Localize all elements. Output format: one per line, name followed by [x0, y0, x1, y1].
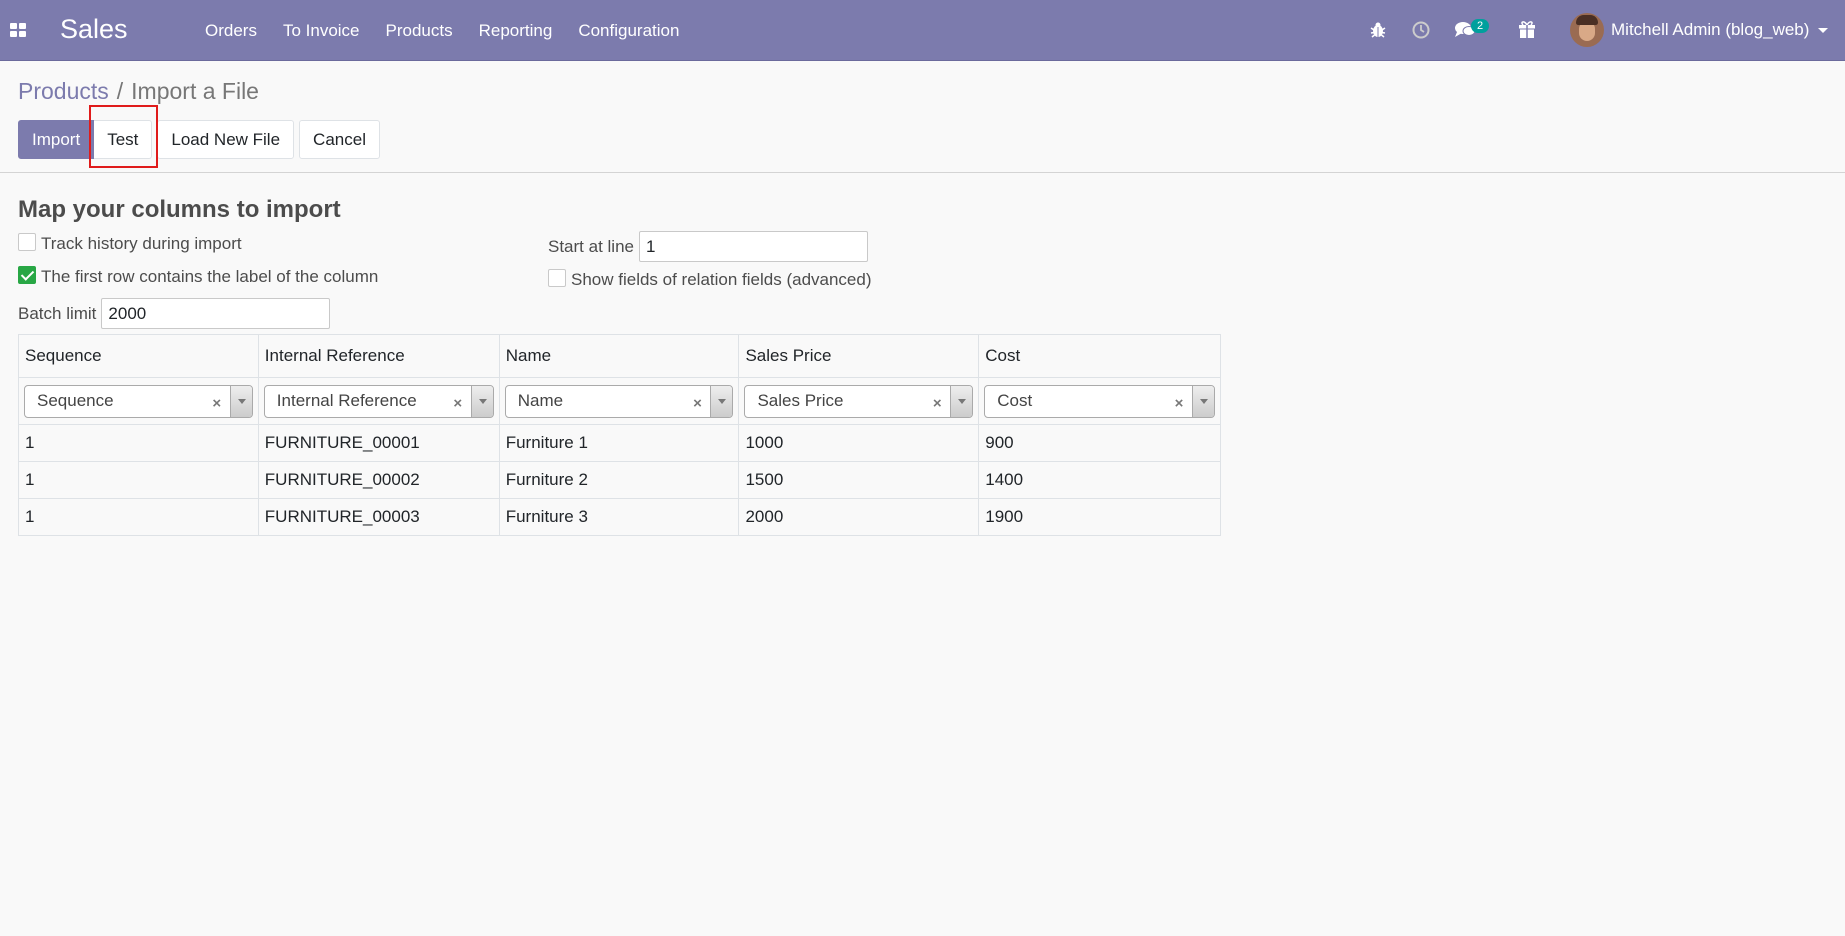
selected-field: Name [517, 391, 564, 410]
table-cell: 1000 [738, 424, 980, 462]
field-mapping-select[interactable]: Sequence × [24, 384, 253, 418]
track-history-label: Track history during import [41, 234, 242, 253]
show-relation-fields-label: Show fields of relation fields (advanced… [571, 270, 872, 289]
table-cell: 1 [18, 498, 259, 536]
start-at-line-label: Start at line [548, 236, 634, 256]
user-name: Mitchell Admin (blog_web) [1611, 20, 1810, 39]
table-cell: 1 [18, 424, 259, 462]
column-header: Sequence [18, 334, 259, 378]
table-cell: FURNITURE_00001 [257, 424, 500, 462]
field-mapping-select[interactable]: Sales Price × [744, 384, 974, 418]
import-preview-table: Sequence Internal Reference Name Sales P… [18, 334, 1221, 536]
column-header: Cost [978, 334, 1221, 378]
dropdown-arrow-icon[interactable] [229, 385, 252, 417]
table-row: 1 FURNITURE_00001 Furniture 1 1000 900 [18, 424, 1221, 462]
column-header: Internal Reference [257, 334, 500, 378]
menu-item-reporting[interactable]: Reporting [466, 0, 566, 61]
breadcrumb: Products / Import a File [18, 78, 259, 105]
control-panel-divider [0, 172, 1845, 173]
clear-icon[interactable]: × [451, 395, 465, 412]
track-history-checkbox[interactable] [18, 233, 36, 251]
load-new-file-button[interactable]: Load New File [157, 120, 295, 159]
mapping-cell: Sequence × [18, 377, 259, 425]
show-relation-fields-checkbox[interactable] [548, 269, 566, 287]
field-mapping-select[interactable]: Internal Reference × [263, 384, 494, 418]
clock-icon[interactable] [1411, 20, 1431, 40]
first-row-header-checkbox[interactable] [18, 266, 36, 284]
clear-icon[interactable]: × [1172, 395, 1186, 412]
batch-limit-group: Batch limit 2000 [18, 298, 331, 329]
user-menu[interactable]: Mitchell Admin (blog_web) [1570, 13, 1829, 47]
test-button[interactable]: Test [94, 120, 153, 159]
dropdown-arrow-icon[interactable] [1192, 385, 1214, 417]
menu-item-orders[interactable]: Orders [192, 0, 270, 61]
bug-icon[interactable] [1368, 20, 1388, 40]
field-mapping-select[interactable]: Cost × [984, 384, 1215, 418]
batch-limit-label: Batch limit [18, 303, 97, 323]
show-relation-fields-option[interactable]: Show fields of relation fields (advanced… [548, 269, 872, 290]
table-row: 1 FURNITURE_00002 Furniture 2 1500 1400 [18, 461, 1221, 499]
column-header: Sales Price [738, 334, 980, 378]
avatar [1570, 13, 1604, 47]
selected-field: Internal Reference [276, 391, 417, 410]
table-cell: FURNITURE_00002 [257, 461, 500, 499]
selected-field: Cost [997, 391, 1033, 410]
table-cell: 1900 [978, 498, 1221, 536]
first-row-header-label: The first row contains the label of the … [41, 267, 379, 286]
field-mapping-select[interactable]: Name × [504, 384, 734, 418]
breadcrumb-separator: / [116, 78, 124, 104]
column-header: Name [498, 334, 740, 378]
batch-limit-input[interactable]: 2000 [101, 298, 331, 329]
dropdown-arrow-icon[interactable] [470, 385, 493, 417]
table-cell: Furniture 3 [498, 498, 740, 536]
chevron-down-icon [1818, 27, 1829, 33]
breadcrumb-current: Import a File [131, 78, 259, 104]
menu-item-products[interactable]: Products [373, 0, 466, 61]
table-cell: 1 [18, 461, 259, 499]
table-cell: 2000 [738, 498, 980, 536]
import-button[interactable]: Import [18, 120, 95, 159]
table-row: 1 FURNITURE_00003 Furniture 3 2000 1900 [18, 498, 1221, 536]
table-cell: 1400 [978, 461, 1221, 499]
cancel-button[interactable]: Cancel [299, 120, 380, 159]
table-cell: 900 [978, 424, 1221, 462]
table-header-row: Sequence Internal Reference Name Sales P… [18, 334, 1221, 378]
start-at-line-group: Start at line 1 [548, 231, 868, 262]
table-cell: Furniture 1 [498, 424, 740, 462]
mapping-cell: Internal Reference × [257, 377, 500, 425]
field-mapping-row: Sequence × Internal Reference × Name × S… [18, 377, 1221, 425]
selected-field: Sales Price [757, 391, 844, 410]
clear-icon[interactable]: × [210, 395, 224, 412]
menu-item-configuration[interactable]: Configuration [565, 0, 692, 61]
table-cell: 1500 [738, 461, 980, 499]
table-cell: FURNITURE_00003 [257, 498, 500, 536]
app-brand[interactable]: Sales [60, 14, 128, 45]
menu-item-to-invoice[interactable]: To Invoice [270, 0, 373, 61]
table-cell: Furniture 2 [498, 461, 740, 499]
messages-badge: 2 [1471, 19, 1489, 33]
selected-field: Sequence [37, 391, 114, 410]
start-at-line-input[interactable]: 1 [639, 231, 868, 262]
section-title: Map your columns to import [18, 196, 341, 223]
track-history-option[interactable]: Track history during import [18, 233, 242, 254]
mapping-cell: Name × [498, 377, 740, 425]
dropdown-arrow-icon[interactable] [710, 385, 733, 417]
apps-grid-icon[interactable] [10, 23, 26, 37]
clear-icon[interactable]: × [930, 395, 944, 412]
top-navbar: Sales Orders To Invoice Products Reporti… [0, 0, 1845, 61]
first-row-header-option[interactable]: The first row contains the label of the … [18, 266, 379, 287]
main-menu: Orders To Invoice Products Reporting Con… [192, 0, 692, 61]
clear-icon[interactable]: × [690, 395, 704, 412]
action-buttons: Import Test Load New File Cancel [18, 120, 385, 159]
dropdown-arrow-icon[interactable] [950, 385, 973, 417]
breadcrumb-products-link[interactable]: Products [18, 78, 109, 105]
mapping-cell: Cost × [978, 377, 1221, 425]
gift-icon[interactable] [1517, 20, 1537, 40]
mapping-cell: Sales Price × [738, 377, 980, 425]
